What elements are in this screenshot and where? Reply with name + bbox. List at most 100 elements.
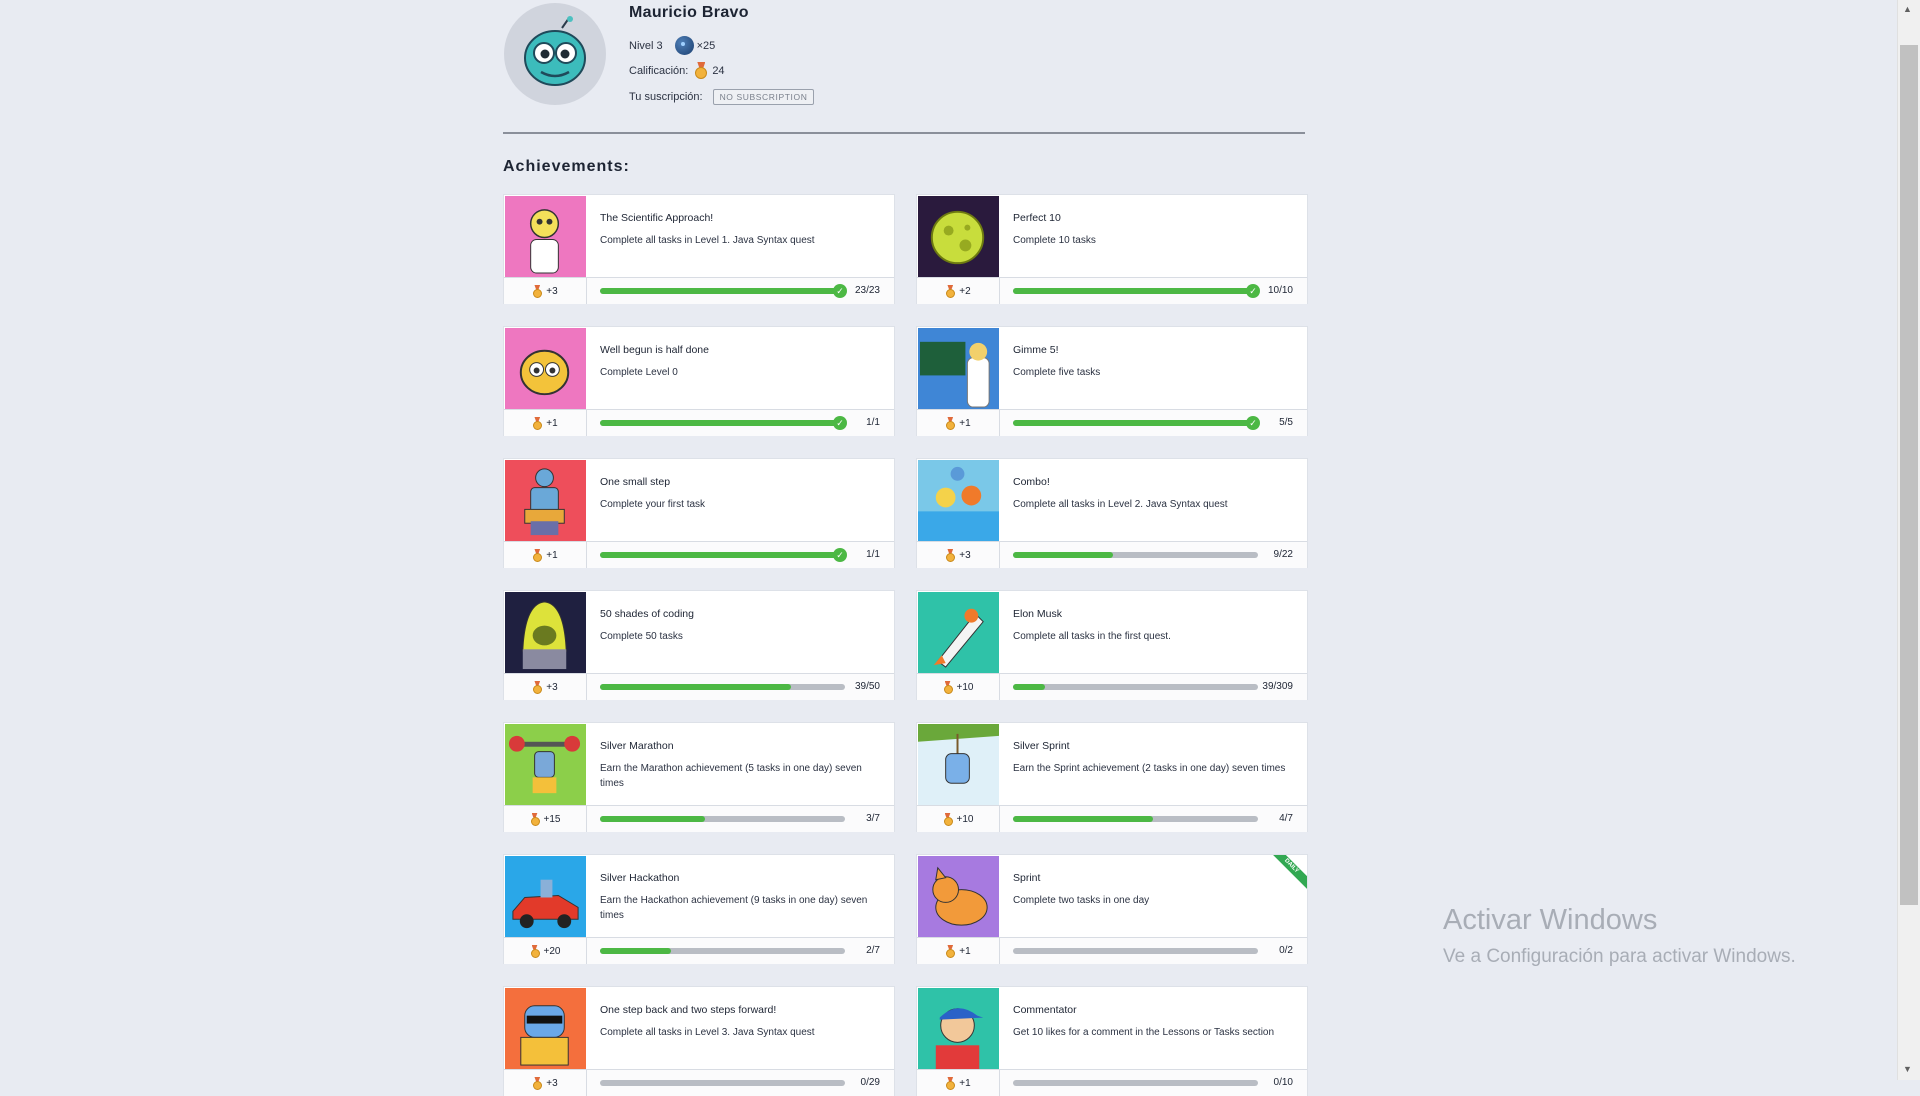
progress-fill (600, 684, 792, 690)
achievement-card[interactable]: One step back and two steps forward! Com… (504, 987, 894, 1096)
progress-fill (600, 948, 672, 954)
achievement-footer: +10 39/309 (917, 673, 1307, 700)
achievement-image (918, 460, 999, 541)
progress-bar (600, 816, 845, 822)
achievement-image (918, 196, 999, 277)
cat-icon (932, 866, 988, 926)
points-value: +10 (956, 681, 974, 693)
achievement-footer: +3 ✓ 23/23 (504, 277, 894, 304)
points-value: +2 (959, 285, 971, 297)
achievement-image (918, 328, 999, 409)
guy-cap-icon (935, 1008, 984, 1069)
progress-fill (600, 420, 845, 426)
medal-icon (943, 812, 953, 826)
progress-bar (600, 1080, 845, 1086)
medal-icon (945, 944, 956, 958)
scroll-down-icon[interactable]: ▼ (1903, 1064, 1912, 1074)
progress-count: 9/22 (1273, 549, 1293, 560)
achievement-card[interactable]: Silver Hackathon Earn the Hackathon achi… (504, 855, 894, 964)
level-row: Nivel 3 ×25 (629, 36, 715, 55)
achievement-image (918, 724, 999, 805)
progress-bar (1013, 948, 1258, 954)
progress-count: 23/23 (854, 285, 880, 296)
scrollbar-thumb[interactable] (1900, 45, 1918, 905)
achievement-image (505, 988, 586, 1069)
points-value: +15 (543, 813, 561, 825)
professor-icon (919, 341, 990, 408)
progress-bar (1013, 1080, 1258, 1086)
achievement-title: Silver Marathon (600, 740, 674, 752)
points-value: +1 (546, 417, 558, 429)
achievement-title: The Scientific Approach! (600, 212, 714, 224)
medal-icon (945, 284, 956, 298)
achievement-card[interactable]: The Scientific Approach! Complete all ta… (504, 195, 894, 304)
achievement-desc: Earn the Sprint achievement (2 tasks in … (1013, 763, 1286, 774)
progress-fill (600, 816, 706, 822)
progress-count: 0/10 (1273, 1077, 1293, 1088)
progress-bar (600, 948, 845, 954)
achievement-card[interactable]: Silver Marathon Earn the Marathon achiev… (504, 723, 894, 832)
progress-count: 0/29 (860, 1077, 880, 1088)
check-icon: ✓ (833, 416, 847, 430)
progress-bar (1013, 552, 1258, 558)
achievement-footer: +1 ✓ 1/1 (504, 409, 894, 436)
achievement-points: +1 (504, 410, 587, 436)
achievement-footer: +3 39/50 (504, 673, 894, 700)
achievement-image (918, 988, 999, 1069)
points-value: +3 (546, 681, 558, 693)
medal-icon (532, 284, 543, 298)
achievement-points: +1 (917, 1070, 1000, 1096)
achievement-card[interactable]: Well begun is half done Complete Level 0… (504, 327, 894, 436)
points-value: +3 (546, 1077, 558, 1089)
rating-label: Calificación: (629, 65, 689, 77)
achievement-image (505, 328, 586, 409)
achievement-desc: Earn the Marathon achievement (5 tasks i… (600, 763, 862, 789)
progress-count: 10/10 (1267, 285, 1293, 296)
progress-count: 2/7 (866, 945, 880, 956)
achievement-footer: +1 ✓ 5/5 (917, 409, 1307, 436)
progress-count: 39/50 (854, 681, 880, 692)
points-value: +3 (546, 285, 558, 297)
subscription-label: Tu suscripción: (629, 91, 703, 103)
achievement-title: One step back and two steps forward! (600, 1004, 777, 1016)
medal-icon (532, 1076, 543, 1090)
medal-icon (532, 416, 543, 430)
daily-ribbon: DAILY (1271, 855, 1307, 891)
achievement-desc: Complete all tasks in Level 2. Java Synt… (1013, 499, 1228, 510)
progress-fill (600, 288, 845, 294)
achievement-desc: Complete all tasks in Level 1. Java Synt… (600, 235, 815, 246)
achievement-desc: Complete five tasks (1013, 367, 1101, 378)
race-car-icon (512, 879, 579, 929)
dark-matter-icon (674, 36, 694, 55)
watermark-subtitle: Ve a Configuración para activar Windows. (1443, 946, 1796, 967)
medal-icon (694, 62, 708, 80)
avatar[interactable] (504, 3, 606, 105)
divider (503, 132, 1305, 134)
achievement-card[interactable]: Gimme 5! Complete five tasks +1 ✓ 5/5 (917, 327, 1307, 436)
achievement-footer: +2 ✓ 10/10 (917, 277, 1307, 304)
points-value: +1 (959, 417, 971, 429)
achievement-desc: Complete Level 0 (600, 367, 678, 378)
progress-fill (1013, 816, 1153, 822)
achievement-title: Gimme 5! (1013, 344, 1059, 356)
achievement-title: One small step (600, 476, 671, 488)
achievement-footer: +10 4/7 (917, 805, 1307, 832)
subscription-row: Tu suscripción: NO SUBSCRIPTION (629, 89, 815, 105)
scientist-icon (529, 209, 560, 274)
achievement-title: Well begun is half done (600, 344, 709, 356)
progress-count: 0/2 (1279, 945, 1293, 956)
achievement-card[interactable]: DAILY Sprint Complete two tasks in one d… (917, 855, 1307, 964)
achievement-points: +3 (504, 278, 587, 304)
achievement-card[interactable]: Perfect 10 Complete 10 tasks +2 ✓ 10/10 (917, 195, 1307, 304)
planet-icon (930, 210, 985, 265)
progress-fill (1013, 288, 1258, 294)
subscription-badge[interactable]: NO SUBSCRIPTION (712, 89, 815, 105)
achievement-card[interactable]: 50 shades of coding Complete 50 tasks +3… (504, 591, 894, 700)
achievement-image (505, 856, 586, 937)
achievement-card[interactable]: Elon Musk Complete all tasks in the firs… (917, 591, 1307, 700)
achievement-card[interactable]: Combo! Complete all tasks in Level 2. Ja… (917, 459, 1307, 568)
achievement-card[interactable]: One small step Complete your first task … (504, 459, 894, 568)
achievement-card[interactable]: Commentator Get 10 likes for a comment i… (917, 987, 1307, 1096)
achievement-card[interactable]: Silver Sprint Earn the Sprint achievemen… (917, 723, 1307, 832)
scroll-up-icon[interactable]: ▲ (1903, 4, 1912, 14)
